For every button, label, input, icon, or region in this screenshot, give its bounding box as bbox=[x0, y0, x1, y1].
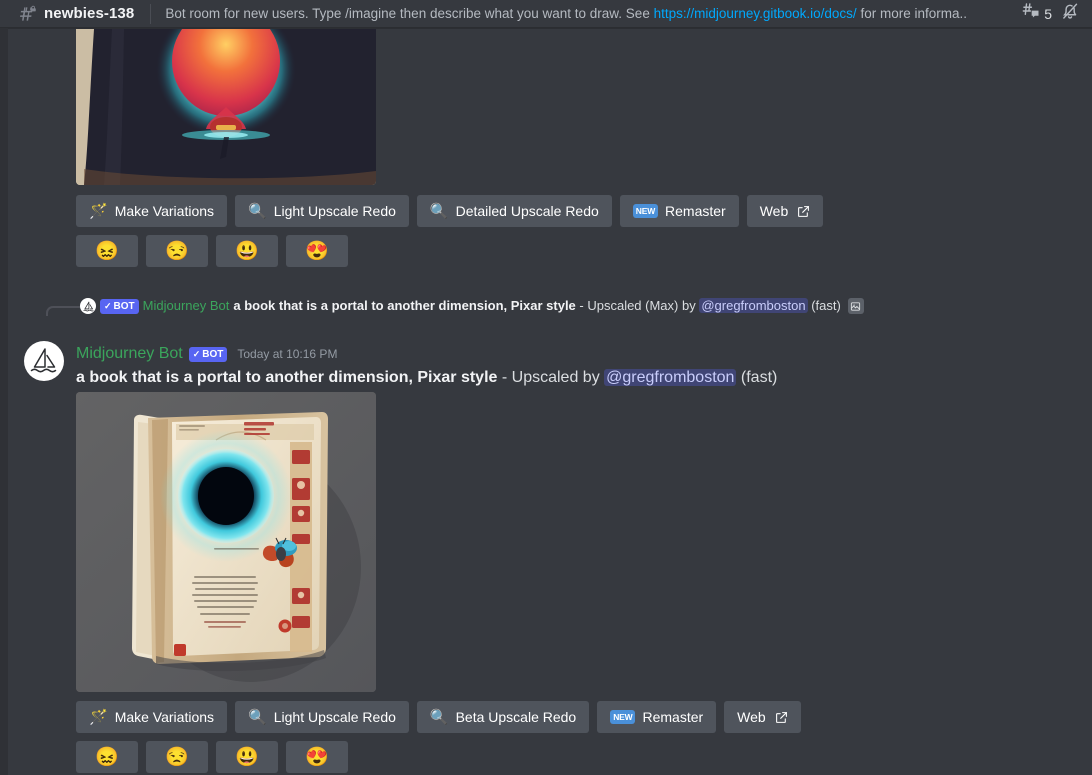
reaction-confounded-top[interactable]: 😖 bbox=[76, 235, 138, 267]
notification-mute-button[interactable] bbox=[1058, 1, 1082, 26]
button-label: Make Variations bbox=[114, 709, 215, 725]
channel-topic-before: Bot room for new users. Type /imagine th… bbox=[165, 6, 654, 21]
message-action: Upscaled by bbox=[511, 369, 605, 386]
bot-tag: ✓ BOT bbox=[188, 346, 228, 362]
midjourney-sailboat-avatar[interactable] bbox=[24, 341, 64, 381]
generated-image-book[interactable] bbox=[76, 392, 376, 692]
button-label: Light Upscale Redo bbox=[273, 709, 396, 725]
emoji: 😖 bbox=[95, 746, 119, 768]
magic-wand-icon: 🪄 bbox=[89, 708, 108, 726]
message-timestamp: Today at 10:16 PM bbox=[237, 347, 338, 361]
message-mention[interactable]: @gregfromboston bbox=[604, 369, 737, 386]
button-label: Web bbox=[759, 203, 789, 219]
button-web[interactable]: Web bbox=[724, 701, 801, 733]
message-author-name[interactable]: Midjourney Bot bbox=[76, 345, 183, 363]
generated-image-top[interactable] bbox=[76, 29, 376, 185]
emoji: 😃 bbox=[235, 746, 259, 768]
button-remaster[interactable]: NEW Remaster bbox=[597, 701, 717, 733]
button-detailed-upscale-redo-top[interactable]: 🔍 Detailed Upscale Redo bbox=[416, 195, 612, 227]
button-light-upscale-redo[interactable]: 🔍 Light Upscale Redo bbox=[235, 701, 409, 733]
external-link-icon bbox=[775, 711, 788, 724]
magnifier-icon: 🔍 bbox=[248, 202, 267, 220]
magnifier-icon: 🔍 bbox=[429, 202, 449, 220]
channel-name: newbies-138 bbox=[44, 5, 135, 22]
bell-muted-icon bbox=[1060, 1, 1080, 26]
magnifier-icon: 🔍 bbox=[429, 708, 449, 726]
reaction-row-top: 😖 😒 😃 😍 bbox=[76, 235, 348, 267]
sidebar-edge-strip bbox=[0, 28, 8, 775]
button-label: Web bbox=[737, 709, 766, 725]
button-remaster-top[interactable]: NEW Remaster bbox=[619, 195, 739, 227]
reply-prompt: a book that is a portal to another dimen… bbox=[233, 298, 576, 313]
emoji: 😍 bbox=[305, 240, 329, 262]
reply-spine-decoration bbox=[46, 306, 80, 316]
reaction-grin[interactable]: 😃 bbox=[216, 741, 278, 773]
new-badge-icon: NEW bbox=[632, 203, 659, 219]
emoji: 😒 bbox=[165, 746, 189, 768]
message-speed: (fast) bbox=[736, 369, 778, 386]
channel-header: newbies-138 Bot room for new users. Type… bbox=[0, 0, 1092, 28]
reply-mention[interactable]: @gregfromboston bbox=[699, 298, 808, 313]
button-label: Remaster bbox=[642, 709, 704, 725]
channel-topic-after: for more informa.. bbox=[856, 6, 967, 21]
reaction-unamused-top[interactable]: 😒 bbox=[146, 235, 208, 267]
button-label: Light Upscale Redo bbox=[273, 203, 396, 219]
action-button-row-main: 🪄 Make Variations 🔍 Light Upscale Redo 🔍… bbox=[76, 701, 801, 733]
bot-tag-label: BOT bbox=[202, 348, 224, 360]
message-content: a book that is a portal to another dimen… bbox=[76, 367, 777, 389]
reaction-confounded[interactable]: 😖 bbox=[76, 741, 138, 773]
hash-lock-icon bbox=[18, 4, 38, 24]
magnifier-icon: 🔍 bbox=[248, 708, 267, 726]
button-label: Beta Upscale Redo bbox=[455, 709, 577, 725]
button-label: Detailed Upscale Redo bbox=[455, 203, 599, 219]
message-scrollbar[interactable] bbox=[1084, 29, 1092, 775]
magic-wand-icon: 🪄 bbox=[89, 202, 108, 220]
reaction-heart-eyes[interactable]: 😍 bbox=[286, 741, 348, 773]
header-divider bbox=[150, 3, 152, 24]
midjourney-sailboat-avatar-mini bbox=[80, 298, 96, 314]
emoji: 😖 bbox=[95, 240, 119, 262]
reply-content: ✓ BOT Midjourney Bot a book that is a por… bbox=[80, 295, 864, 317]
reaction-heart-eyes-top[interactable]: 😍 bbox=[286, 235, 348, 267]
message-separator: - bbox=[497, 369, 512, 386]
bot-tag-reply: ✓ BOT bbox=[100, 298, 139, 314]
reply-author-name[interactable]: Midjourney Bot bbox=[143, 295, 230, 317]
button-light-upscale-redo-top[interactable]: 🔍 Light Upscale Redo bbox=[235, 195, 409, 227]
button-web-top[interactable]: Web bbox=[746, 195, 824, 227]
header-actions: 5 bbox=[1019, 1, 1082, 26]
message-prompt: a book that is a portal to another dimen… bbox=[76, 369, 498, 386]
reply-speed: (fast) bbox=[807, 298, 841, 313]
reply-reference[interactable]: ✓ BOT Midjourney Bot a book that is a por… bbox=[8, 295, 1092, 317]
button-make-variations-top[interactable]: 🪄 Make Variations bbox=[76, 195, 228, 227]
channel-topic-link[interactable]: https://midjourney.gitbook.io/docs/ bbox=[654, 6, 857, 21]
reaction-grin-top[interactable]: 😃 bbox=[216, 235, 278, 267]
bot-tag-label: BOT bbox=[113, 300, 135, 312]
emoji: 😍 bbox=[305, 746, 329, 768]
emoji: 😒 bbox=[165, 240, 189, 262]
reply-message-preview: a book that is a portal to another dimen… bbox=[233, 295, 841, 317]
button-label: Make Variations bbox=[114, 203, 215, 219]
button-make-variations[interactable]: 🪄 Make Variations bbox=[76, 701, 228, 733]
message-list[interactable]: 🪄 Make Variations 🔍 Light Upscale Redo 🔍… bbox=[8, 29, 1092, 775]
thread-count: 5 bbox=[1044, 5, 1052, 22]
button-beta-upscale-redo[interactable]: 🔍 Beta Upscale Redo bbox=[416, 701, 590, 733]
action-button-row-top: 🪄 Make Variations 🔍 Light Upscale Redo 🔍… bbox=[76, 195, 824, 227]
button-label: Remaster bbox=[665, 203, 726, 219]
verified-check-icon: ✓ bbox=[192, 348, 201, 359]
reply-separator: - bbox=[575, 298, 588, 313]
verified-check-icon: ✓ bbox=[104, 300, 112, 311]
image-attachment-icon bbox=[847, 298, 864, 314]
threads-icon bbox=[1021, 1, 1041, 26]
message-header: Midjourney Bot ✓ BOT Today at 10:16 PM bbox=[76, 345, 337, 363]
reply-action: Upscaled (Max) by bbox=[587, 298, 700, 313]
reaction-unamused[interactable]: 😒 bbox=[146, 741, 208, 773]
reaction-row-main: 😖 😒 😃 😍 bbox=[76, 741, 348, 773]
emoji: 😃 bbox=[235, 240, 259, 262]
new-badge-icon: NEW bbox=[610, 709, 636, 725]
channel-topic[interactable]: Bot room for new users. Type /imagine th… bbox=[165, 6, 1009, 21]
threads-button[interactable]: 5 bbox=[1019, 1, 1054, 26]
external-link-icon bbox=[797, 205, 810, 218]
